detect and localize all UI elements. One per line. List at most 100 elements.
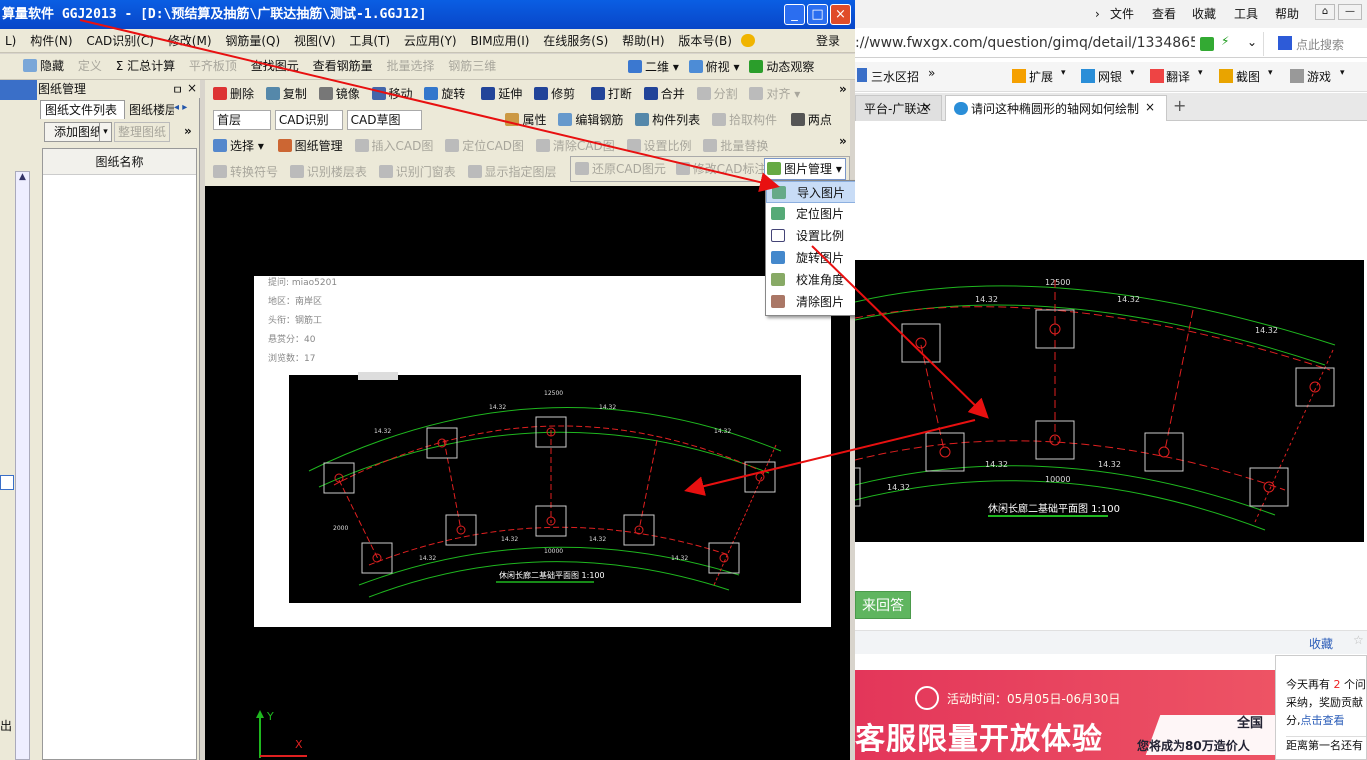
new-tab-button[interactable]: + <box>1173 96 1186 115</box>
browser-menu-tools[interactable]: 工具 <box>1234 3 1258 25</box>
menu-import-picture[interactable]: 导入图片 <box>766 181 855 203</box>
two-point-button[interactable]: 两点 <box>808 113 832 127</box>
align-button[interactable]: 对齐 <box>766 87 790 101</box>
question-image[interactable]: 12500 14.32 14.32 14.32 14.32 14.32 14.3… <box>849 260 1364 542</box>
batch-replace-button[interactable]: 批量替换 <box>720 139 768 153</box>
menu-item[interactable]: 工具(T) <box>344 29 395 52</box>
close-tab-icon[interactable]: × <box>922 100 932 114</box>
view-rebar-button[interactable]: 查看钢筋量 <box>308 54 378 78</box>
login-link[interactable]: 登录 <box>816 33 840 49</box>
hide-button[interactable]: 隐藏 <box>18 54 69 78</box>
menu-item[interactable]: BIM应用(I) <box>465 29 534 52</box>
overflow-icon[interactable]: » <box>839 134 847 148</box>
popup-link[interactable]: 点击查看 <box>1301 714 1345 727</box>
restore-cad-button[interactable]: 还原CAD图元 <box>592 162 666 176</box>
locate-cad-button[interactable]: 定位CAD图 <box>462 139 524 153</box>
qr-icon[interactable] <box>1200 37 1214 51</box>
menu-item[interactable]: 云应用(Y) <box>399 29 462 52</box>
convert-symbol-button[interactable]: 转换符号 <box>230 165 278 179</box>
chevron-down-icon[interactable]: ⌄ <box>1247 35 1257 49</box>
define-button[interactable]: 定义 <box>73 54 107 78</box>
component-list-button[interactable]: 构件列表 <box>652 113 700 127</box>
chevron-down-icon[interactable]: ▾ <box>1061 68 1066 78</box>
menu-set-scale[interactable]: 设置比例 <box>766 225 855 247</box>
rebar-3d-button[interactable]: 钢筋三维 <box>443 54 501 78</box>
menu-item[interactable]: 修改(M) <box>163 29 217 52</box>
drawing-manage-button[interactable]: 图纸管理 <box>295 139 343 153</box>
tab-question[interactable]: 请问这种椭圆形的轴网如何绘制 <box>945 95 1167 121</box>
menu-item[interactable]: 版本号(B) <box>673 29 737 52</box>
url-input[interactable]: ://www.fwxgx.com/question/gimq/detail/13… <box>855 35 1195 51</box>
translate-button[interactable]: 翻译 <box>1166 68 1190 85</box>
collect-link[interactable]: 收藏 <box>1309 635 1333 652</box>
minimize-icon[interactable]: — <box>1338 4 1362 20</box>
2d-dropdown[interactable]: 二维 <box>645 60 669 74</box>
menu-item[interactable]: CAD识别(C) <box>81 29 159 52</box>
menu-item[interactable]: 钢筋量(Q) <box>220 29 285 52</box>
drawing-canvas[interactable]: 提问: miao5201 地区：南岸区 头衔：钢筋工 悬赏分：40 浏览数：17 <box>205 186 850 760</box>
star-icon[interactable]: ☆ <box>1353 633 1364 647</box>
tab-floor[interactable]: 图纸楼层 <box>126 101 174 119</box>
pin-icon[interactable]: ㅁ <box>172 81 183 98</box>
browser-menu-help[interactable]: 帮助 <box>1275 3 1299 25</box>
overflow-icon[interactable]: » <box>184 124 192 138</box>
extend-button[interactable]: 延伸 <box>498 87 522 101</box>
dropdown-arrow-icon[interactable]: ▾ <box>99 122 112 142</box>
imported-picture[interactable]: 提问: miao5201 地区：南岸区 头衔：钢筋工 悬赏分：40 浏览数：17 <box>254 276 831 627</box>
clear-cad-button[interactable]: 清除CAD图 <box>553 139 615 153</box>
fav-overflow-icon[interactable]: » <box>928 66 935 80</box>
menu-locate-picture[interactable]: 定位图片 <box>766 203 855 225</box>
cad-sketch-select[interactable]: CAD草图 <box>346 110 422 130</box>
picture-manager-button[interactable]: 图片管理 ▾ <box>764 158 846 180</box>
find-element-button[interactable]: 查找图元 <box>246 54 304 78</box>
set-scale-button[interactable]: 设置比例 <box>644 139 692 153</box>
browser-menu-favorites[interactable]: 收藏 <box>1192 3 1216 25</box>
chevron-down-icon[interactable]: ▾ <box>1130 68 1135 78</box>
chevron-down-icon[interactable]: ▾ <box>1340 68 1345 78</box>
screenshot-button[interactable]: 截图 <box>1236 68 1260 85</box>
menu-item[interactable]: L) <box>0 29 21 52</box>
extensions-button[interactable]: 扩展 <box>1029 68 1053 85</box>
online-bank-button[interactable]: 网银 <box>1098 68 1122 85</box>
close-button[interactable]: × <box>830 4 851 25</box>
merge-button[interactable]: 合并 <box>661 87 685 101</box>
search-input[interactable]: 点此搜索 <box>1296 36 1344 53</box>
menu-item[interactable]: 构件(N) <box>25 29 77 52</box>
lightning-icon[interactable]: ⚡ <box>1221 34 1229 48</box>
menu-item[interactable]: 视图(V) <box>289 29 341 52</box>
side-tab-icon[interactable] <box>0 475 14 490</box>
overflow-icon[interactable]: » <box>839 82 847 96</box>
floor-select[interactable]: 首层 <box>213 110 271 130</box>
menu-rotate-picture[interactable]: 旋转图片 <box>766 247 855 269</box>
minimize-button[interactable]: _ <box>784 4 805 25</box>
maximize-button[interactable]: □ <box>807 4 828 25</box>
answer-button[interactable]: 来回答 <box>855 591 911 619</box>
topview-dropdown[interactable]: 俯视 <box>706 60 730 74</box>
recognize-door-table-button[interactable]: 识别门窗表 <box>396 165 456 179</box>
edit-cad-mark-button[interactable]: 修改CAD标注 <box>693 162 767 176</box>
tab-scroll-icon[interactable]: ◂ ▸ <box>174 102 187 113</box>
vertical-scrollbar[interactable]: ▲ <box>15 171 30 760</box>
games-button[interactable]: 游戏 <box>1307 68 1331 85</box>
scroll-up-icon[interactable]: ▲ <box>16 172 29 182</box>
image-toolbar-icon[interactable] <box>358 372 398 380</box>
delete-button[interactable]: 删除 <box>230 87 254 101</box>
pick-component-button[interactable]: 拾取构件 <box>729 113 777 127</box>
menu-clear-picture[interactable]: 清除图片 <box>766 291 855 313</box>
properties-button[interactable]: 属性 <box>522 113 546 127</box>
mirror-button[interactable]: 镜像 <box>336 87 360 101</box>
fav-link[interactable]: 三水区招 <box>871 68 919 85</box>
home-icon[interactable]: ⌂ <box>1315 4 1335 20</box>
search-box[interactable]: 点此搜索 <box>1263 32 1367 56</box>
close-pane-icon[interactable]: × <box>187 81 197 95</box>
copy-button[interactable]: 复制 <box>283 87 307 101</box>
menu-item[interactable]: 帮助(H) <box>617 29 669 52</box>
helmet-icon[interactable] <box>740 34 755 47</box>
align-slab-top-button[interactable]: 平齐板顶 <box>184 54 242 78</box>
chevron-down-icon[interactable]: ▾ <box>1268 68 1273 78</box>
rotate-button[interactable]: 旋转 <box>441 87 465 101</box>
chevron-down-icon[interactable]: ▾ <box>1198 68 1203 78</box>
menu-calibrate-angle[interactable]: 校准角度 <box>766 269 855 291</box>
arrange-drawing-button[interactable]: 整理图纸 <box>114 122 170 142</box>
select-button[interactable]: 选择 <box>230 139 254 153</box>
